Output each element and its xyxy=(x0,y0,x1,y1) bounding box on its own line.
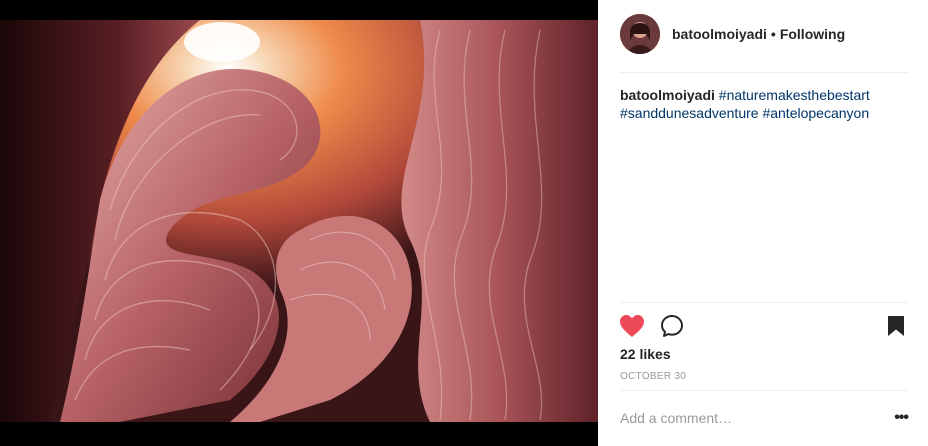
more-options-icon[interactable]: ••• xyxy=(888,409,909,427)
caption-username[interactable]: batoolmoiyadi xyxy=(620,87,715,103)
header-divider xyxy=(620,72,908,73)
likes-count[interactable]: 22 likes xyxy=(620,346,671,362)
heart-icon xyxy=(620,315,644,337)
canyon-photo xyxy=(0,0,598,446)
comment-bubble-icon xyxy=(661,315,683,337)
avatar-image xyxy=(620,14,660,54)
comment-input[interactable] xyxy=(620,410,888,426)
bookmark-icon xyxy=(888,316,904,336)
action-bar xyxy=(618,312,910,340)
instagram-post: batoolmoiyadi • Following batoolmoiyadi #n… xyxy=(0,0,928,446)
hashtag-link[interactable]: #naturemakesthebestart xyxy=(719,87,870,103)
actions-divider xyxy=(620,302,908,303)
post-photo[interactable] xyxy=(0,0,598,446)
comment-form: ••• xyxy=(620,400,909,436)
following-button[interactable]: Following xyxy=(780,26,845,42)
avatar[interactable] xyxy=(620,14,660,54)
post-sidebar: batoolmoiyadi • Following batoolmoiyadi #n… xyxy=(598,0,928,446)
save-button[interactable] xyxy=(882,312,910,340)
like-button[interactable] xyxy=(618,312,646,340)
post-header: batoolmoiyadi • Following xyxy=(620,12,908,56)
username-link[interactable]: batoolmoiyadi xyxy=(672,26,767,42)
hashtag-link[interactable]: #antelopecanyon xyxy=(762,105,869,121)
caption: batoolmoiyadi #naturemakesthebestart #sa… xyxy=(620,86,910,122)
comment-button[interactable] xyxy=(658,312,686,340)
comment-divider xyxy=(620,390,908,391)
header-text: batoolmoiyadi • Following xyxy=(672,26,845,42)
hashtag-link[interactable]: #sanddunesadventure xyxy=(620,105,759,121)
post-date[interactable]: OCTOBER 30 xyxy=(620,371,686,382)
header-separator: • xyxy=(770,26,776,42)
